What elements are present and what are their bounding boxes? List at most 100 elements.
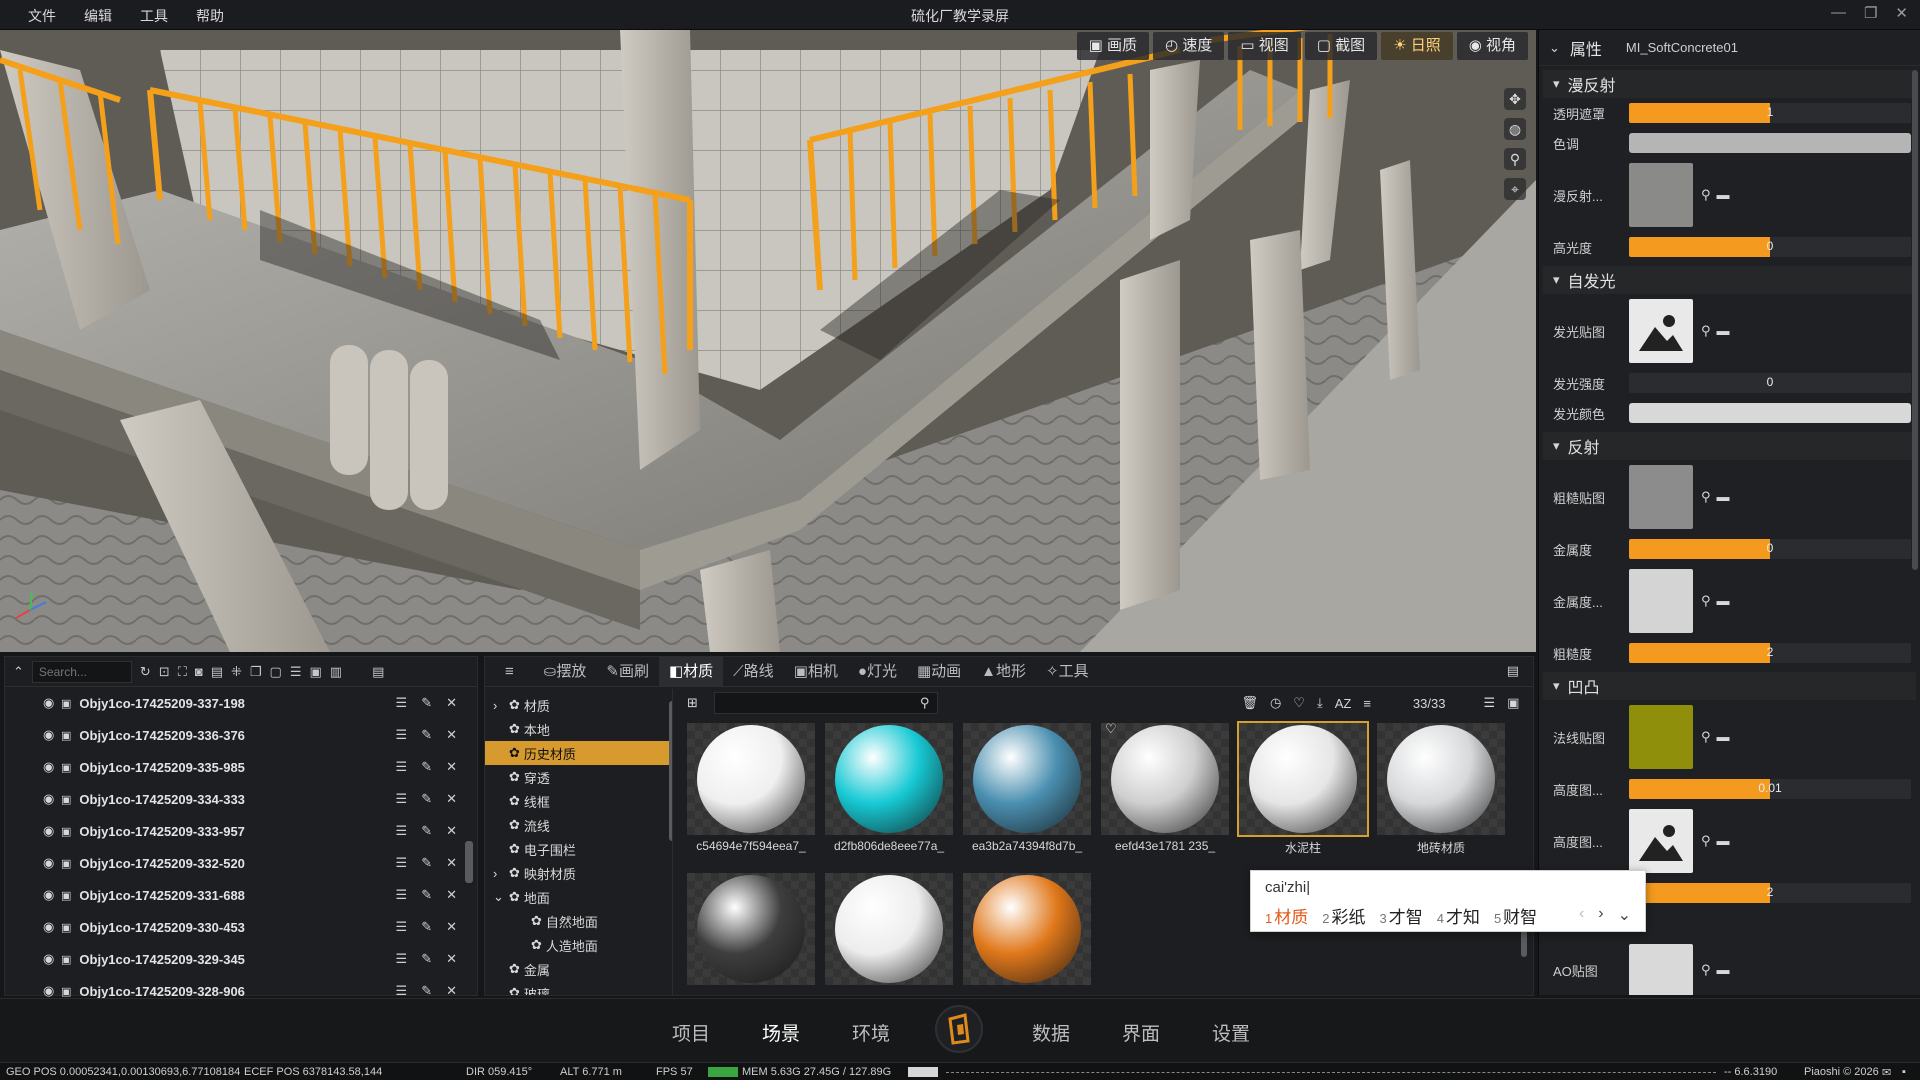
edit-icon[interactable]: ✎ [421, 823, 432, 839]
tab-camera[interactable]: ▣相机 [784, 657, 848, 687]
3d-viewport[interactable]: ▣ 画质 ◴ 速度 ▭ 视图 ▢ 截图 ☀ 日照 ◉ 视角 ✥ ◍ ⚲ ⌖ [0, 30, 1536, 652]
outliner-search-input[interactable] [31, 660, 132, 683]
visibility-eye-icon[interactable]: ◉ [43, 919, 59, 935]
delete-icon[interactable]: ✕ [446, 759, 457, 775]
ime-candidate[interactable]: 4 才知 [1437, 903, 1480, 928]
app-logo-icon[interactable] [935, 1005, 983, 1053]
select-icon[interactable]: ⊡ [159, 664, 170, 680]
import-icon[interactable]: ⤓ [1317, 695, 1323, 711]
material-tile[interactable]: ea3b2a74394f8d7b_ [959, 719, 1095, 857]
outliner-row[interactable]: ◉ ▣ Objy1co-17425209-336-376 ☰ ✎ ✕ [5, 719, 477, 751]
height-slider[interactable]: 0.01 [1629, 779, 1911, 799]
person-icon[interactable]: ⚲ [1504, 148, 1526, 170]
properties-icon[interactable]: ☰ [396, 727, 408, 743]
tree-item[interactable]: ✿ 玻璃 [485, 981, 672, 995]
globe-icon[interactable]: ◍ [1504, 118, 1526, 140]
ime-candidate[interactable]: 3 才智 [1379, 903, 1422, 928]
tab-brush[interactable]: ✎画刷 [596, 657, 659, 687]
outliner-row[interactable]: ◉ ▣ Objy1co-17425209-335-985 ☰ ✎ ✕ [5, 751, 477, 783]
diffuse-map-thumbnail[interactable] [1629, 163, 1693, 227]
properties-icon[interactable]: ☰ [396, 919, 408, 935]
tree-item[interactable]: ✿ 本地 [485, 717, 672, 741]
edit-icon[interactable]: ✎ [421, 887, 432, 903]
visibility-eye-icon[interactable]: ◉ [43, 887, 59, 903]
outliner-row[interactable]: ◉ ▣ Objy1co-17425209-329-345 ☰ ✎ ✕ [5, 943, 477, 975]
properties-icon[interactable]: ☰ [396, 759, 408, 775]
tab-tool[interactable]: ✧工具 [1036, 657, 1099, 687]
favorite-heart-icon[interactable]: ♡ [1105, 721, 1117, 737]
tab-data[interactable]: 数据 [1032, 1019, 1070, 1046]
search-icon[interactable]: ⚲ [1701, 187, 1711, 203]
outliner-row[interactable]: ◉ ▣ Objy1co-17425209-337-198 ☰ ✎ ✕ [5, 687, 477, 719]
quality-button[interactable]: ▣ 画质 [1076, 32, 1150, 60]
minimize-icon[interactable]: — [1831, 4, 1846, 22]
sort-az-icon[interactable]: AZ [1335, 696, 1352, 711]
tree-scrollbar[interactable] [669, 701, 672, 841]
tab-settings[interactable]: 设置 [1212, 1019, 1250, 1046]
tab-scene[interactable]: 场景 [762, 1019, 800, 1046]
emissive-color-swatch[interactable] [1629, 403, 1911, 423]
properties-icon[interactable]: ☰ [396, 695, 408, 711]
visibility-eye-icon[interactable]: ◉ [43, 759, 59, 775]
folder-icon[interactable]: ▬ [1717, 323, 1730, 339]
panel-icon[interactable]: ▤ [372, 664, 384, 680]
edit-icon[interactable]: ✎ [421, 983, 432, 999]
tree-item[interactable]: ✿ 穿透 [485, 765, 672, 789]
tree-item[interactable]: ✿ 电子围栏 [485, 837, 672, 861]
tree-item[interactable]: ✿ 自然地面 [485, 909, 672, 933]
chevron-right-icon[interactable]: › [1598, 905, 1603, 925]
refresh-icon[interactable]: ↻ [140, 664, 151, 680]
delete-icon[interactable]: ✕ [446, 727, 457, 743]
history-icon[interactable]: ◷ [1270, 695, 1281, 711]
edit-icon[interactable]: ✎ [421, 919, 432, 935]
section-bump[interactable]: ▾ 凹凸 [1543, 672, 1916, 700]
material-tile[interactable]: 地砖材质 [1373, 719, 1509, 857]
edit-icon[interactable]: ✎ [421, 855, 432, 871]
tab-project[interactable]: 项目 [672, 1019, 710, 1046]
search-icon[interactable]: ⚲ [1701, 323, 1711, 339]
tab-light[interactable]: ●灯光 [848, 657, 907, 687]
properties-icon[interactable]: ☰ [396, 855, 408, 871]
tab-material[interactable]: ◧材质 [658, 656, 724, 687]
tab-place[interactable]: ⛀摆放 [534, 657, 597, 687]
outliner-row[interactable]: ◉ ▣ Objy1co-17425209-332-520 ☰ ✎ ✕ [5, 847, 477, 879]
properties-icon[interactable]: ☰ [396, 823, 408, 839]
mail-icon[interactable]: ✉ [1882, 1066, 1891, 1079]
search-icon[interactable]: ⚲ [1701, 593, 1711, 609]
ime-candidate[interactable]: 1 材质 [1265, 903, 1308, 928]
collapse-icon[interactable]: ⁜ [231, 664, 242, 680]
screenshot-button[interactable]: ▢ 截图 [1304, 32, 1378, 60]
metallic-slider[interactable]: 0 [1629, 539, 1911, 559]
edit-icon[interactable]: ✎ [421, 759, 432, 775]
note-icon[interactable]: ▥ [330, 664, 342, 680]
visibility-eye-icon[interactable]: ◉ [43, 727, 59, 743]
search-icon[interactable]: ⚲ [1701, 833, 1711, 849]
list-view-icon[interactable]: ☰ [1483, 695, 1495, 711]
tree-arrow-icon[interactable]: › [493, 866, 505, 881]
tree-item[interactable]: ✿ 线框 [485, 789, 672, 813]
folder-icon[interactable]: ▬ [1717, 962, 1730, 978]
delete-icon[interactable]: ✕ [446, 887, 457, 903]
edit-icon[interactable]: ✎ [421, 695, 432, 711]
properties-scrollbar[interactable] [1912, 70, 1918, 570]
tree-item[interactable]: › ✿ 材质 [485, 693, 672, 717]
speed-button[interactable]: ◴ 速度 [1153, 32, 1225, 60]
search-icon[interactable]: ⚲ [1701, 729, 1711, 745]
ime-candidate[interactable]: 2 彩纸 [1322, 903, 1365, 928]
visibility-eye-icon[interactable]: ◉ [43, 791, 59, 807]
tab-menu[interactable]: ≡ [495, 657, 524, 687]
tree-item[interactable]: ✿ 金属 [485, 957, 672, 981]
roughness-map-thumbnail[interactable] [1629, 465, 1693, 529]
section-emissive[interactable]: ▾ 自发光 [1543, 266, 1916, 294]
metallic-map-thumbnail[interactable] [1629, 569, 1693, 633]
ao-map-thumbnail[interactable] [1629, 944, 1693, 995]
material-tile[interactable]: 水泥柱 [1235, 719, 1371, 857]
section-diffuse[interactable]: ▾ 漫反射 [1543, 70, 1916, 98]
trash-icon[interactable]: 🗑 [1241, 695, 1258, 711]
chevron-left-icon[interactable]: ‹ [1579, 905, 1584, 925]
outliner-row[interactable]: ◉ ▣ Objy1co-17425209-333-957 ☰ ✎ ✕ [5, 815, 477, 847]
close-icon[interactable]: ✕ [1895, 4, 1908, 22]
tree-arrow-icon[interactable]: › [493, 698, 505, 713]
properties-icon[interactable]: ☰ [396, 791, 408, 807]
timeline-track[interactable] [946, 1070, 1716, 1073]
